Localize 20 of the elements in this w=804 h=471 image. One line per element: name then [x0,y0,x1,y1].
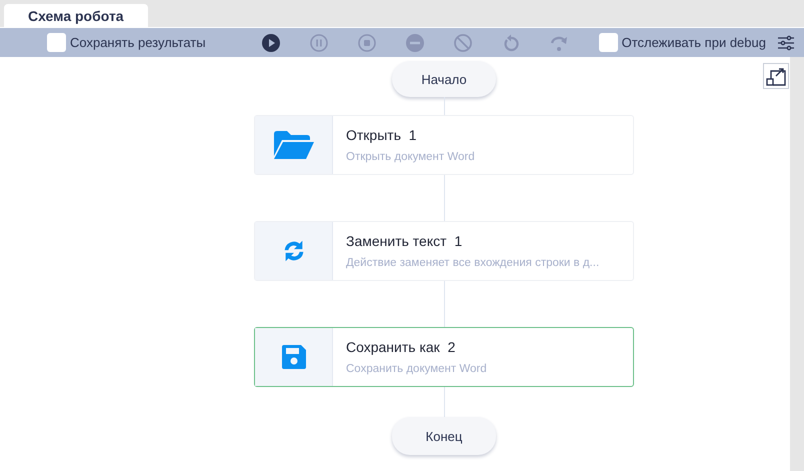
checkbox-label: Отслеживать при debug [622,35,766,50]
action-description: Действие заменяет все вхождения строки в д... [346,257,600,269]
checkbox-label: Сохранять результаты [70,35,206,50]
start-node[interactable]: Начало [392,61,496,97]
tab[interactable]: Схема робота [4,4,148,27]
action-title: Заменить текст 1 [346,233,464,249]
expand-button[interactable] [763,63,789,89]
action-description: Открыть документ Word [346,151,475,163]
action-description: Сохранить документ Word [346,363,487,375]
play-button[interactable] [260,32,281,52]
action-title: Сохранить как 2 [346,339,456,355]
action-card[interactable]: Открыть 1 Открыть документ Word [254,115,634,175]
checkbox[interactable] [598,33,618,52]
settings-icon[interactable] [778,34,794,50]
action-card[interactable]: Заменить текст 1 Действие заменяет все вхождения строки в д... [254,221,634,281]
end-node[interactable]: Конец [392,417,496,455]
action-card[interactable]: Сохранить как 2 Сохранить документ Word [254,327,634,387]
checkbox[interactable] [47,33,66,52]
folder-icon [272,130,314,160]
action-title: Открыть 1 [346,127,418,143]
